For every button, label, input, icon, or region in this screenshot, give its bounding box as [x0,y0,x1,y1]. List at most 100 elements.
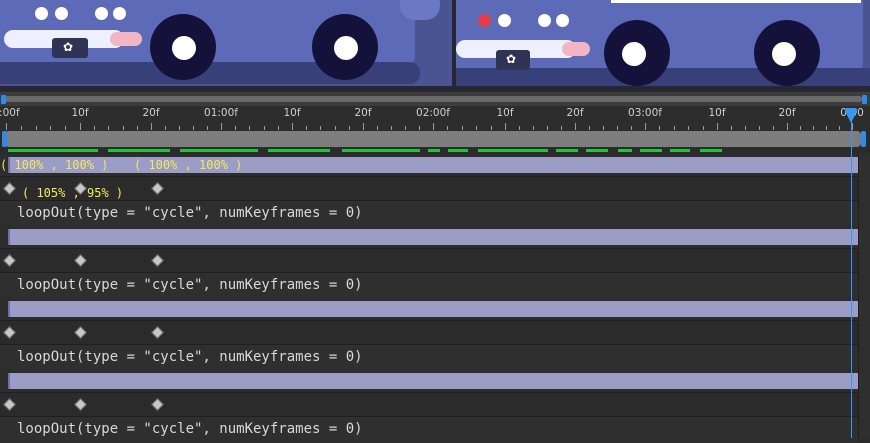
ruler-tick [80,123,81,130]
headlight-icon [538,14,551,27]
expression-row[interactable]: loopOut(type = "cycle", numKeyframes = 0… [0,416,858,443]
layer-duration-bar[interactable] [8,229,858,245]
headlight-icon [35,7,48,20]
cache-segment [108,149,170,152]
layer-bar-row[interactable] [0,370,858,392]
expression-text[interactable]: loopOut(type = "cycle", numKeyframes = 0… [17,421,363,437]
bumper-accent [110,32,142,46]
ruler-tick [6,123,7,130]
ruler-tick-label: 03:00f [628,107,662,119]
preview-frame-right: ✿ [456,0,870,86]
scale-value-label: ( 100% , 100% ) [0,158,109,172]
time-navigator-fill [5,131,861,147]
work-area-bar[interactable] [0,92,870,106]
paw-icon: ✿ [63,40,74,54]
keyframe-diamond-icon[interactable] [151,254,164,267]
cache-segment [448,149,468,152]
keyframe-diamond-icon[interactable] [3,398,16,411]
license-plate: ✿ [496,50,530,70]
keyframe-diamond-icon[interactable] [3,254,16,267]
cache-segment [670,149,690,152]
keyframe-row [0,248,858,273]
ruler-tick [151,123,152,130]
keyframe-value-label: ( 105% , 95% ) [22,186,124,200]
keyframe-diamond-icon[interactable] [74,254,87,267]
ruler-tick-label: 20f [354,107,372,119]
time-navigator-start-handle[interactable] [2,131,7,147]
keyframe-diamond-icon[interactable] [74,326,87,339]
time-ruler[interactable]: 0:00f 10f 20f 01:00f 10f 20f 02:00f 10f 20f 03:00… [0,106,870,130]
expression-text[interactable]: loopOut(type = "cycle", numKeyframes = 0… [17,277,363,293]
ruler-tick-label: 10f [283,107,301,119]
ruler-tick [221,123,222,130]
layer-duration-bar[interactable] [8,373,858,389]
ruler-tick [433,123,434,130]
time-navigator-end-handle[interactable] [861,131,866,147]
bumper-accent [562,42,590,56]
keyframe-diamond-icon[interactable] [151,182,164,195]
cache-segment [268,149,330,152]
ruler-tick-label: 20f [566,107,584,119]
wheel-hub [622,42,646,66]
cache-segment [8,149,98,152]
headlight-icon [113,7,126,20]
cache-segment [180,149,258,152]
wheel-icon [312,14,378,80]
cache-segment [640,149,662,152]
cache-segment [586,149,608,152]
layer-bar-row[interactable]: ( 100% , 100% ) ( 100% , 100% ) [0,154,858,176]
scale-value-label: ( 100% , 100% ) [134,158,243,172]
keyframe-diamond-icon[interactable] [74,398,87,411]
layer-bar-row[interactable] [0,298,858,320]
work-area-end-handle[interactable] [862,95,867,104]
ruler-tick [645,123,646,130]
work-area-start-handle[interactable] [1,95,6,104]
paw-icon: ✿ [506,52,517,66]
ruler-tick-label: 0:00f [0,107,20,119]
taillight-icon [478,14,491,27]
keyframe-row: ( 105% , 95% ) [0,176,858,201]
ruler-tick [292,123,293,130]
keyframe-row [0,320,858,345]
cache-segment [478,149,548,152]
ruler-tick-label: 20f [778,107,796,119]
car-rear [400,0,440,20]
keyframe-diamond-icon[interactable] [151,326,164,339]
time-navigator[interactable] [0,130,870,148]
ruler-tick [363,123,364,130]
ruler-tick-label: 10f [708,107,726,119]
expression-text[interactable]: loopOut(type = "cycle", numKeyframes = 0… [17,205,363,221]
ruler-tick [787,123,788,130]
preview-frame-left: ✿ [0,0,452,86]
layer-duration-bar[interactable] [8,301,858,317]
ruler-tick-label: 10f [71,107,89,119]
expression-row[interactable]: loopOut(type = "cycle", numKeyframes = 0… [0,272,858,299]
ruler-tick-label: 02:00f [416,107,450,119]
keyframe-diamond-icon[interactable] [3,182,16,195]
wheel-hub [772,42,796,66]
composition-preview: ✿ ✿ [0,0,870,90]
headlight-icon [498,14,511,27]
ruler-tick [505,123,506,130]
wheel-hub [172,36,196,60]
headlight-icon [55,7,68,20]
keyframe-diamond-icon[interactable] [3,326,16,339]
cache-segment [556,149,578,152]
work-area-fill [4,96,862,102]
keyframe-diamond-icon[interactable] [151,398,164,411]
ruler-tick [717,123,718,130]
ruler-tick [852,123,853,130]
keyframe-row [0,392,858,417]
layer-bar-row[interactable] [0,226,858,248]
expression-row[interactable]: loopOut(type = "cycle", numKeyframes = 0… [0,344,858,371]
timeline-scrollbar[interactable] [858,154,870,438]
ruler-tick-label: 10f [496,107,514,119]
license-plate: ✿ [52,38,88,58]
cache-segment [428,149,440,152]
wheel-icon [754,20,820,86]
expression-text[interactable]: loopOut(type = "cycle", numKeyframes = 0… [17,349,363,365]
headlight-icon [95,7,108,20]
expression-row[interactable]: loopOut(type = "cycle", numKeyframes = 0… [0,200,858,227]
ruler-tick [575,123,576,130]
ruler-tick-label: 01:00f [204,107,238,119]
